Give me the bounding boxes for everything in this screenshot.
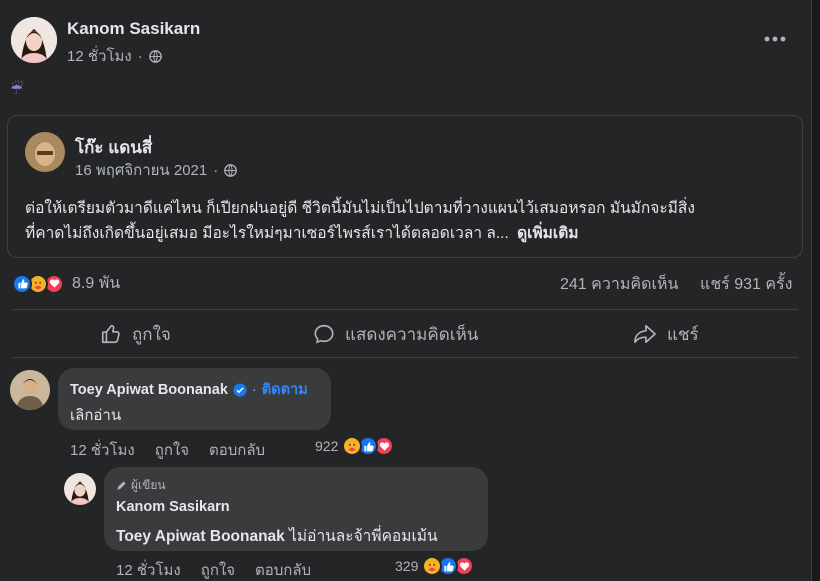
reply-time[interactable]: 12 ชั่วโมง [116,558,181,581]
globe-icon [224,163,238,177]
comment-bubble: Toey Apiwat Boonanak · ติดตาม เลิกอ่าน [58,368,331,430]
share-button-label: แชร์ [667,324,699,344]
reply-author-name[interactable]: Kanom Sasikarn [116,499,230,515]
divider [12,357,798,358]
shared-post-date[interactable]: 16 พฤศจิกายน 2021 [75,158,207,182]
shared-author-name[interactable]: โก๊ะ แดนสี่ [75,134,152,161]
commenter-name[interactable]: Toey Apiwat Boonanak [70,382,228,398]
post-card: Kanom Sasikarn 12 ชั่วโมง · ☔ โก๊ะ แดนสี… [0,0,812,581]
mention-link[interactable]: Toey Apiwat Boonanak [116,528,285,545]
post-meta: 12 ชั่วโมง · [67,44,162,68]
author-badge: ผู้เขียน [116,476,166,495]
pencil-icon [117,481,126,490]
care-reaction-icon [422,556,443,576]
globe-icon [148,49,162,63]
reply-like-button[interactable]: ถูกใจ [201,558,235,581]
umbrella-icon: ☔ [10,81,24,98]
like-reaction-icon [12,273,32,294]
shared-text-line-2: ที่คาดไม่ถึงเกิดขึ้นอยู่เสมอ มีอะไรใหม่ๆ… [25,225,509,242]
share-button[interactable]: แชร์ [633,320,699,348]
shared-text-line-1: ต่อให้เตรียมตัวมาดีแค่ไหน ก็เปียกฝนอยู่ด… [25,200,695,217]
author-name[interactable]: Kanom Sasikarn [67,19,200,39]
reply-text: Toey Apiwat Boonanak ไม่อ่านละจ้าพี่คอมเ… [116,523,438,548]
shared-post-meta: 16 พฤศจิกายน 2021 · [75,158,238,182]
comment-time[interactable]: 12 ชั่วโมง [70,438,135,462]
comment-like-button[interactable]: ถูกใจ [155,438,189,462]
share-arrow-icon [634,324,656,344]
thumbs-up-icon [101,324,120,344]
comments-count[interactable]: 241 ความคิดเห็น [560,272,678,297]
reply-reactions[interactable]: 329 [395,556,475,576]
post-time[interactable]: 12 ชั่วโมง [67,44,132,68]
comment-button-label: แสดงความคิดเห็น [345,324,479,344]
comment-text: เลิกอ่าน [70,407,122,424]
commenter-avatar[interactable] [10,370,50,410]
author-avatar[interactable] [11,17,57,63]
reply-author-avatar[interactable] [64,473,96,505]
more-options-button[interactable] [757,26,793,52]
comment-reactions[interactable]: 922 [315,436,395,456]
comment-reaction-count: 922 [315,438,339,454]
reactions-count[interactable]: 8.9 พัน [72,271,120,296]
reply-actions: 12 ชั่วโมง ถูกใจ ตอบกลับ [116,558,311,581]
care-reaction-icon [342,436,363,456]
divider [12,309,798,310]
reply-reaction-count: 329 [395,558,419,574]
follow-link[interactable]: ติดตาม [262,378,308,401]
verified-badge-icon [233,382,247,397]
shared-author-avatar[interactable] [25,132,65,172]
see-more-link[interactable]: ดูเพิ่มเติม [517,225,578,242]
reply-text-body: ไม่อ่านละจ้าพี่คอมเม้น [284,528,438,545]
like-button[interactable]: ถูกใจ [100,320,171,348]
shares-count[interactable]: แชร์ 931 ครั้ง [700,272,792,297]
reply-bubble: ผู้เขียน Kanom Sasikarn Toey Apiwat Boon… [104,467,488,551]
more-horizontal-icon [764,36,786,42]
reactions-summary[interactable]: 8.9 พัน [12,271,120,296]
comment-bubble-icon [314,324,334,344]
like-button-label: ถูกใจ [132,324,171,344]
author-badge-label: ผู้เขียน [131,478,166,492]
shared-post[interactable]: โก๊ะ แดนสี่ 16 พฤศจิกายน 2021 · ต่อให้เต… [7,115,803,258]
comment-actions: 12 ชั่วโมง ถูกใจ ตอบกลับ [70,438,265,462]
reply-reply-button[interactable]: ตอบกลับ [255,558,311,581]
comment-reply-button[interactable]: ตอบกลับ [209,438,265,462]
shared-post-text: ต่อให้เตรียมตัวมาดีแค่ไหน ก็เปียกฝนอยู่ด… [25,196,795,246]
comment-button[interactable]: แสดงความคิดเห็น [313,320,478,348]
